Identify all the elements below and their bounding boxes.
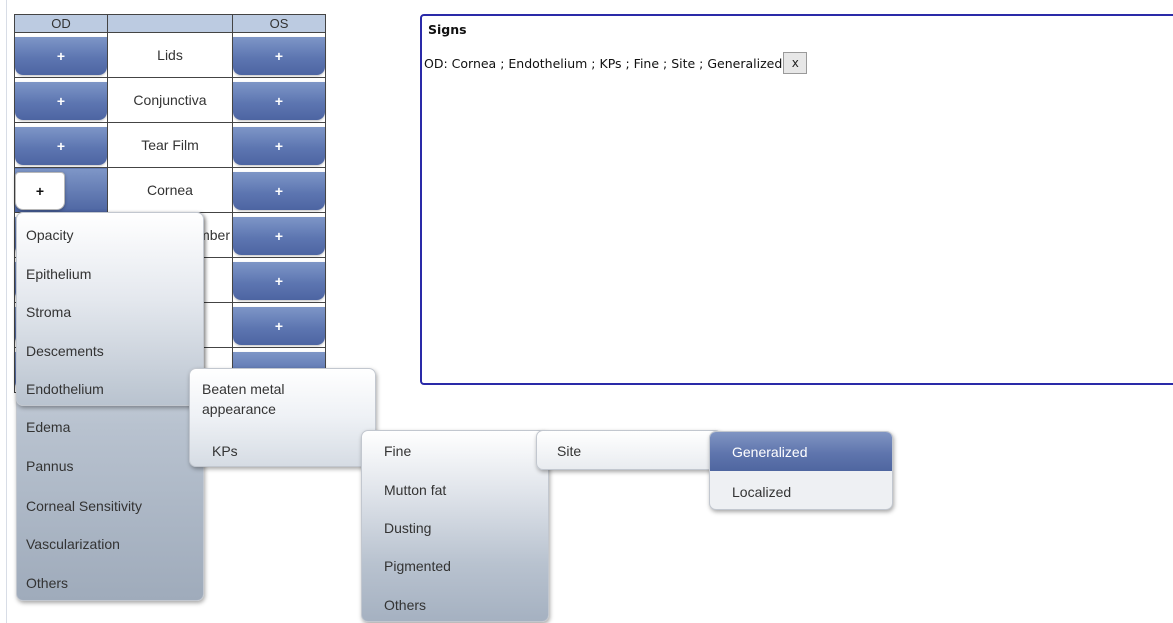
menu-item-pannus[interactable]: Pannus <box>17 457 203 475</box>
row-cornea: + Cornea + <box>14 167 326 213</box>
menu-item-others[interactable]: Others <box>17 574 203 592</box>
signs-title: Signs <box>428 22 467 37</box>
od-tear-film-add-button[interactable]: + <box>15 127 107 165</box>
row-label-conjunctiva: Conjunctiva <box>107 77 233 123</box>
menu-item-opacity[interactable]: Opacity <box>17 226 203 244</box>
row-tear-film: + Tear Film + <box>14 122 326 168</box>
row-label-lids: Lids <box>107 32 233 78</box>
menu-item-corneal-sensitivity[interactable]: Corneal Sensitivity <box>17 497 203 515</box>
fine-submenu: Site <box>536 430 722 470</box>
row-label-tear-film: Tear Film <box>107 122 233 168</box>
menu-item-dusting[interactable]: Dusting <box>362 519 548 537</box>
header-blank <box>107 14 233 33</box>
os-tear-film-add-button[interactable]: + <box>233 127 325 165</box>
row-lids: + Lids + <box>14 32 326 78</box>
menu-item-site[interactable]: Site <box>537 442 721 460</box>
row-label-cornea: Cornea <box>107 167 233 213</box>
menu-item-vascularization[interactable]: Vascularization <box>17 535 203 553</box>
od-cornea-add-button[interactable]: + <box>15 172 65 210</box>
od-conjunctiva-add-button[interactable]: + <box>15 82 107 120</box>
os-conjunctiva-add-button[interactable]: + <box>233 82 325 120</box>
site-submenu: Generalized Localized <box>709 431 893 510</box>
menu-item-epithelium[interactable]: Epithelium <box>17 265 203 283</box>
menu-item-descements[interactable]: Descements <box>17 342 203 360</box>
left-border-line <box>6 0 7 623</box>
signs-panel: Signs OD: Cornea ; Endothelium ; KPs ; F… <box>420 14 1173 385</box>
os-lids-add-button[interactable]: + <box>233 37 325 75</box>
menu-item-edema[interactable]: Edema <box>17 418 203 436</box>
menu-item-kps-others[interactable]: Others <box>362 596 548 614</box>
remove-sign-button[interactable]: x <box>783 52 808 74</box>
os-anterior-chamber-add-button[interactable]: + <box>233 217 325 255</box>
menu-item-stroma[interactable]: Stroma <box>17 303 203 321</box>
menu-item-mutton-fat[interactable]: Mutton fat <box>362 481 548 499</box>
os-row6-add-button[interactable]: + <box>233 262 325 300</box>
menu-item-pigmented[interactable]: Pigmented <box>362 557 548 575</box>
kps-submenu: Fine Mutton fat Dusting Pigmented Others <box>361 430 549 622</box>
signs-entry-row: OD: Cornea ; Endothelium ; KPs ; Fine ; … <box>424 52 808 74</box>
menu-item-fine[interactable]: Fine <box>362 442 548 460</box>
row-conjunctiva: + Conjunctiva + <box>14 77 326 123</box>
header-os: OS <box>232 14 326 33</box>
menu-item-kps[interactable]: KPs <box>190 442 375 460</box>
os-cornea-add-button[interactable]: + <box>233 172 325 210</box>
os-row7-add-button[interactable]: + <box>233 307 325 345</box>
menu-item-endothelium[interactable]: Endothelium <box>17 380 203 398</box>
od-lids-add-button[interactable]: + <box>15 37 107 75</box>
menu-item-generalized[interactable]: Generalized <box>710 443 892 461</box>
endothelium-submenu: Beaten metal appearance KPs <box>189 368 376 467</box>
signs-entry-text: OD: Cornea ; Endothelium ; KPs ; Fine ; … <box>424 55 783 71</box>
header-od: OD <box>14 14 108 33</box>
cornea-menu: Opacity Epithelium Stroma Descements End… <box>16 212 204 601</box>
menu-item-localized[interactable]: Localized <box>710 483 892 501</box>
menu-item-beaten-metal-appearance[interactable]: Beaten metal appearance <box>190 379 320 419</box>
